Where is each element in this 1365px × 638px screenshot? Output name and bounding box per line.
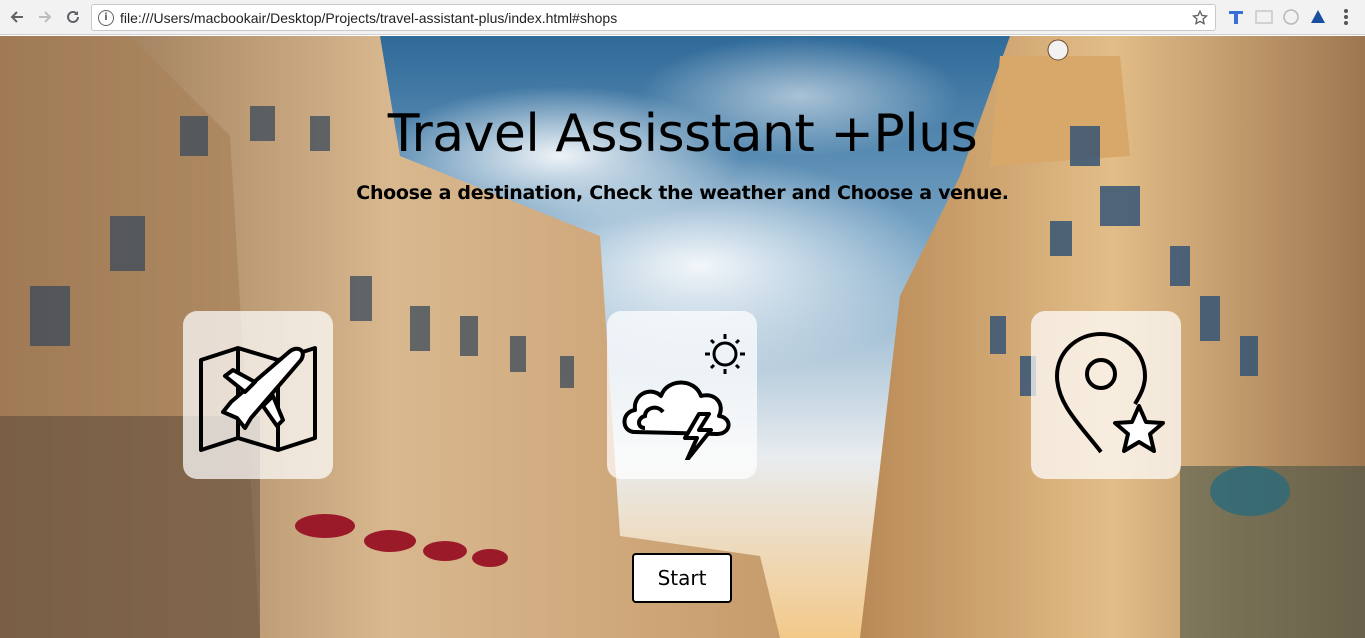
- page-viewport: Travel Assisstant +Plus Choose a destina…: [0, 36, 1365, 638]
- destination-card[interactable]: [183, 311, 333, 479]
- reload-button[interactable]: [62, 6, 84, 28]
- location-star-icon: [1055, 332, 1165, 454]
- t-extension-icon[interactable]: [1226, 7, 1246, 27]
- page-title: Travel Assisstant +Plus: [387, 104, 978, 164]
- back-arrow-icon: [10, 11, 23, 23]
- weather-storm-icon: [622, 334, 745, 460]
- forward-button[interactable]: [34, 6, 56, 28]
- weather-card[interactable]: [607, 311, 757, 479]
- browser-toolbar: i file:///Users/macbookair/Desktop/Proje…: [0, 0, 1365, 35]
- info-icon[interactable]: i: [98, 9, 114, 26]
- bookmark-star-icon[interactable]: [1191, 9, 1209, 27]
- map-plane-icon: [199, 346, 317, 452]
- address-bar[interactable]: i file:///Users/macbookair/Desktop/Proje…: [91, 4, 1216, 31]
- drive-extension-icon[interactable]: [1308, 7, 1328, 27]
- page-subtitle: Choose a destination, Check the weather …: [356, 182, 1009, 204]
- venue-card[interactable]: [1031, 311, 1181, 479]
- menu-dots-icon[interactable]: [1336, 7, 1356, 27]
- back-button[interactable]: [6, 6, 28, 28]
- start-button[interactable]: Start: [632, 553, 732, 603]
- url-text[interactable]: file:///Users/macbookair/Desktop/Project…: [120, 10, 617, 26]
- cast-icon[interactable]: [1254, 7, 1274, 27]
- forward-arrow-icon: [39, 11, 52, 23]
- circle-extension-icon[interactable]: [1281, 7, 1301, 27]
- reload-icon: [67, 10, 79, 23]
